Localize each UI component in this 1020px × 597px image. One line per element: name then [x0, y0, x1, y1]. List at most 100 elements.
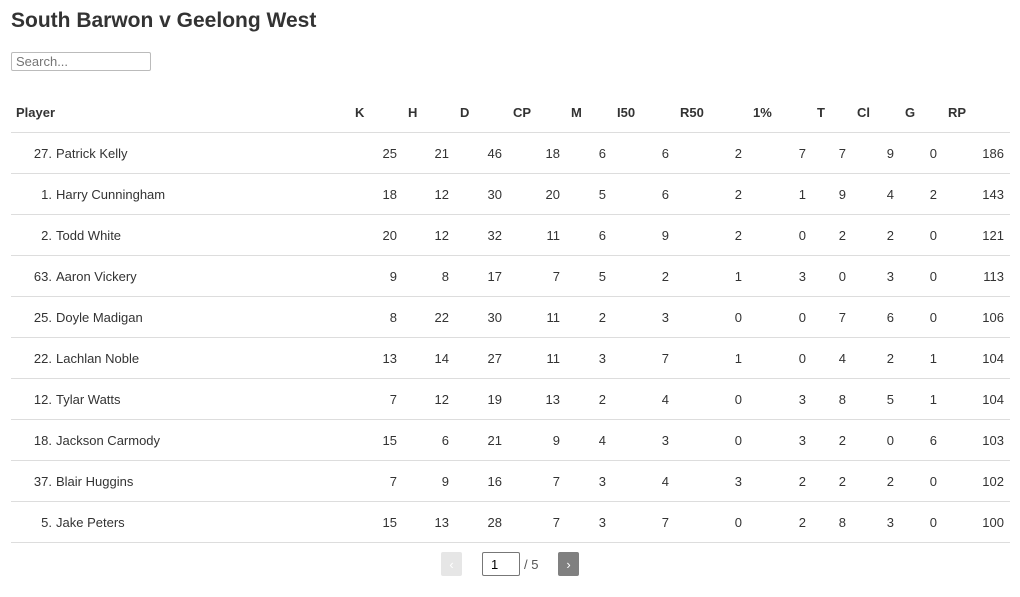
- player-number: 12.: [33, 391, 52, 407]
- player-cell: 5. Jake Peters: [11, 501, 350, 543]
- player-cell: 18. Jackson Carmody: [11, 419, 350, 461]
- stat-cell: 25: [350, 132, 403, 174]
- stat-cell: 32: [455, 214, 508, 256]
- stat-cell: 7: [508, 501, 566, 543]
- player-cell: 2. Todd White: [11, 214, 350, 256]
- stat-cell: 2: [675, 132, 748, 174]
- stat-cell: 6: [900, 419, 943, 461]
- column-header-h[interactable]: H: [403, 92, 455, 133]
- stat-cell: 28: [455, 501, 508, 543]
- stat-cell: 2: [675, 214, 748, 256]
- player-name: Tylar Watts: [56, 391, 121, 407]
- table-row: 5. Jake Peters 15 13 28 7 3 7 0 2 8 3 0 100: [11, 501, 1010, 543]
- stat-cell: 7: [350, 378, 403, 420]
- player-name: Todd White: [56, 227, 122, 243]
- stat-cell: 3: [852, 255, 900, 297]
- stat-cell: 2: [900, 173, 943, 215]
- player-number: 27.: [33, 145, 52, 161]
- stat-cell: 0: [900, 296, 943, 338]
- stat-cell: 12: [403, 378, 455, 420]
- table-row: 22. Lachlan Noble 13 14 27 11 3 7 1 0 4 2 1 104: [11, 337, 1010, 379]
- stat-cell: 2: [748, 460, 812, 502]
- stat-cell: 8: [403, 255, 455, 297]
- stat-cell: 19: [455, 378, 508, 420]
- stat-cell: 100: [943, 501, 1010, 543]
- stat-cell: 17: [455, 255, 508, 297]
- stat-cell: 0: [675, 296, 748, 338]
- stat-cell: 0: [900, 255, 943, 297]
- stat-cell: 186: [943, 132, 1010, 174]
- stat-cell: 0: [900, 501, 943, 543]
- stat-cell: 21: [403, 132, 455, 174]
- stat-cell: 0: [852, 419, 900, 461]
- stat-cell: 121: [943, 214, 1010, 256]
- stat-cell: 4: [566, 419, 612, 461]
- stat-cell: 14: [403, 337, 455, 379]
- player-number: 63.: [33, 268, 52, 284]
- stat-cell: 7: [508, 460, 566, 502]
- stat-cell: 15: [350, 501, 403, 543]
- table-row: 63. Aaron Vickery 9 8 17 7 5 2 1 3 0 3 0 113: [11, 255, 1010, 297]
- stat-cell: 9: [812, 173, 852, 215]
- stat-cell: 0: [812, 255, 852, 297]
- column-header-rp[interactable]: RP: [943, 92, 1010, 133]
- stat-cell: 4: [812, 337, 852, 379]
- stat-cell: 11: [508, 214, 566, 256]
- column-header-cl[interactable]: Cl: [852, 92, 900, 133]
- table-row: 27. Patrick Kelly 25 21 46 18 6 6 2 7 7 9 0 186: [11, 132, 1010, 174]
- page-number-input[interactable]: [482, 552, 520, 576]
- stat-cell: 3: [566, 460, 612, 502]
- player-name: Aaron Vickery: [56, 268, 137, 284]
- column-header-g[interactable]: G: [900, 92, 943, 133]
- column-header-r50[interactable]: R50: [675, 92, 748, 133]
- stat-cell: 7: [612, 337, 675, 379]
- column-header-i50[interactable]: I50: [612, 92, 675, 133]
- stat-cell: 0: [900, 460, 943, 502]
- search-input[interactable]: [11, 52, 151, 71]
- stat-cell: 4: [612, 460, 675, 502]
- stat-cell: 5: [852, 378, 900, 420]
- column-header-player[interactable]: Player: [11, 92, 350, 133]
- stat-cell: 1: [748, 173, 812, 215]
- next-page-button[interactable]: ›: [558, 552, 579, 576]
- stat-cell: 2: [852, 337, 900, 379]
- table-row: 25. Doyle Madigan 8 22 30 11 2 3 0 0 7 6 0 106: [11, 296, 1010, 338]
- stat-cell: 2: [612, 255, 675, 297]
- stat-cell: 12: [403, 214, 455, 256]
- table-row: 37. Blair Huggins 7 9 16 7 3 4 3 2 2 2 0 102: [11, 460, 1010, 502]
- stat-cell: 7: [748, 132, 812, 174]
- column-header-m[interactable]: M: [566, 92, 612, 133]
- player-cell: 37. Blair Huggins: [11, 460, 350, 502]
- stat-cell: 0: [675, 501, 748, 543]
- stat-cell: 0: [748, 337, 812, 379]
- stat-cell: 1: [675, 337, 748, 379]
- stat-cell: 103: [943, 419, 1010, 461]
- stat-cell: 3: [612, 296, 675, 338]
- stat-cell: 0: [900, 214, 943, 256]
- stat-cell: 5: [566, 255, 612, 297]
- stat-cell: 104: [943, 337, 1010, 379]
- stat-cell: 6: [566, 132, 612, 174]
- stat-cell: 21: [455, 419, 508, 461]
- stat-cell: 46: [455, 132, 508, 174]
- column-header-cp[interactable]: CP: [508, 92, 566, 133]
- stat-cell: 143: [943, 173, 1010, 215]
- player-stats-table: Player K H D CP M I50 R50 1% T Cl G RP 27. Patrick Ke…: [11, 92, 1010, 543]
- column-header-t[interactable]: T: [812, 92, 852, 133]
- stat-cell: 2: [748, 501, 812, 543]
- stat-cell: 3: [748, 255, 812, 297]
- stat-cell: 8: [812, 501, 852, 543]
- stat-cell: 2: [812, 214, 852, 256]
- column-header-k[interactable]: K: [350, 92, 403, 133]
- player-number: 1.: [41, 186, 52, 202]
- stat-cell: 30: [455, 296, 508, 338]
- stat-cell: 12: [403, 173, 455, 215]
- column-header-d[interactable]: D: [455, 92, 508, 133]
- column-header-1pct[interactable]: 1%: [748, 92, 812, 133]
- stat-cell: 6: [566, 214, 612, 256]
- stat-cell: 2: [852, 214, 900, 256]
- prev-page-button[interactable]: ‹: [441, 552, 462, 576]
- player-name: Patrick Kelly: [56, 145, 128, 161]
- player-number: 2.: [41, 227, 52, 243]
- stat-cell: 2: [812, 460, 852, 502]
